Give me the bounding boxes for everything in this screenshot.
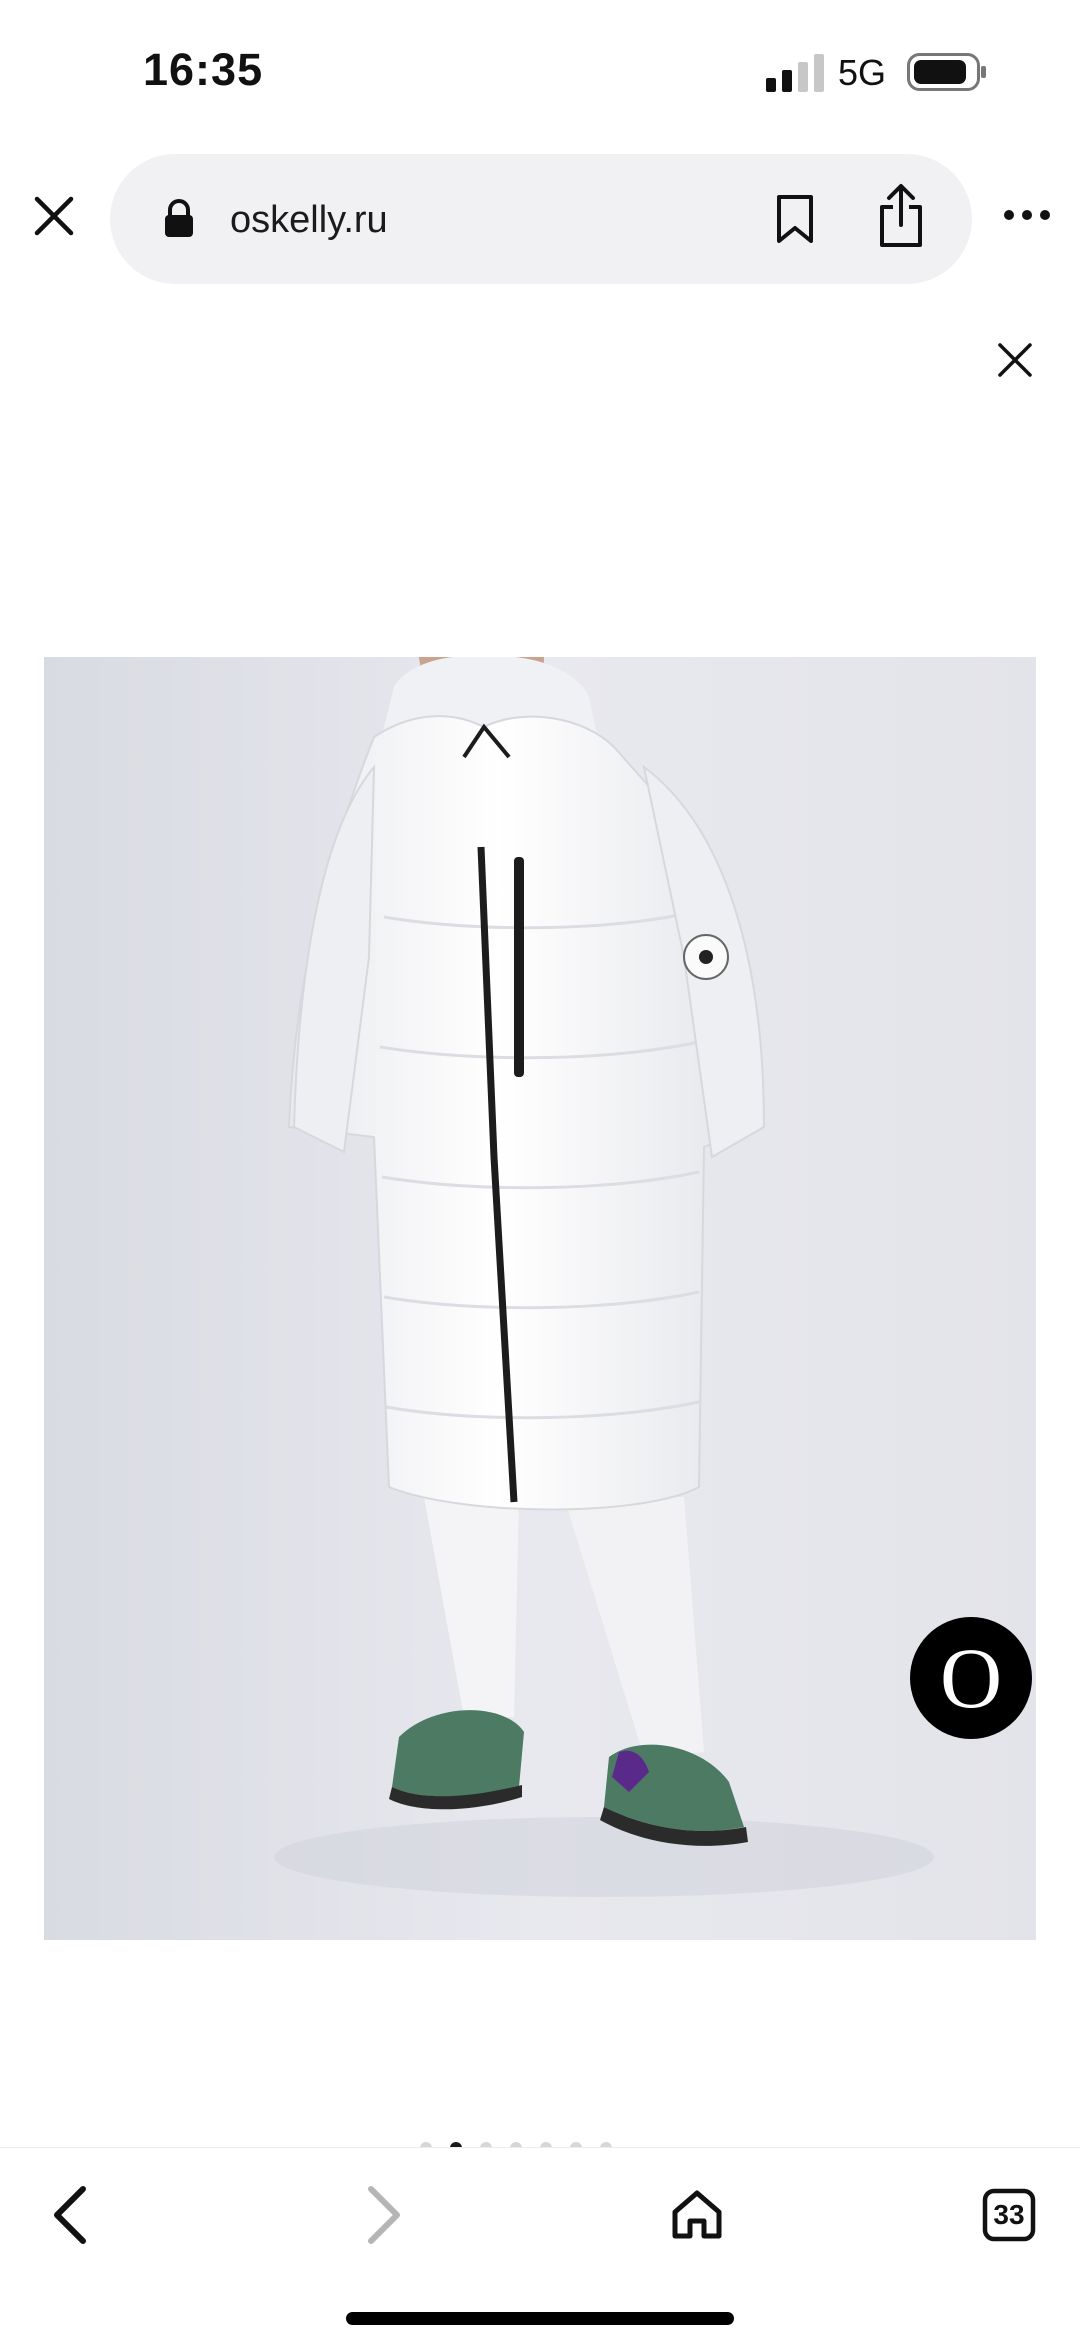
home-icon[interactable]: [652, 2170, 742, 2260]
tab-count: 33: [993, 2199, 1025, 2230]
tabs-icon[interactable]: 33: [964, 2170, 1054, 2260]
back-icon[interactable]: [26, 2170, 116, 2260]
bookmark-icon[interactable]: [762, 184, 828, 254]
battery-icon: [907, 53, 986, 91]
lock-icon: [165, 199, 193, 237]
address-bar[interactable]: oskelly.ru: [110, 154, 972, 284]
status-bar: 16:35 5G: [0, 0, 1080, 140]
forward-icon[interactable]: [338, 2170, 428, 2260]
brand-logo-button[interactable]: O: [910, 1617, 1032, 1739]
network-label: 5G: [838, 52, 887, 93]
close-icon[interactable]: [20, 182, 88, 250]
more-icon[interactable]: [992, 190, 1062, 240]
status-time: 16:35: [143, 44, 264, 95]
browser-toolbar: oskelly.ru: [0, 150, 1080, 285]
url-text[interactable]: oskelly.ru: [230, 199, 388, 242]
home-indicator: [346, 2312, 734, 2325]
brand-logo-letter: O: [939, 1630, 1003, 1726]
share-icon[interactable]: [866, 176, 936, 256]
signal-icon: [766, 54, 824, 92]
product-image[interactable]: [44, 657, 1036, 1940]
close-icon[interactable]: [985, 330, 1045, 390]
